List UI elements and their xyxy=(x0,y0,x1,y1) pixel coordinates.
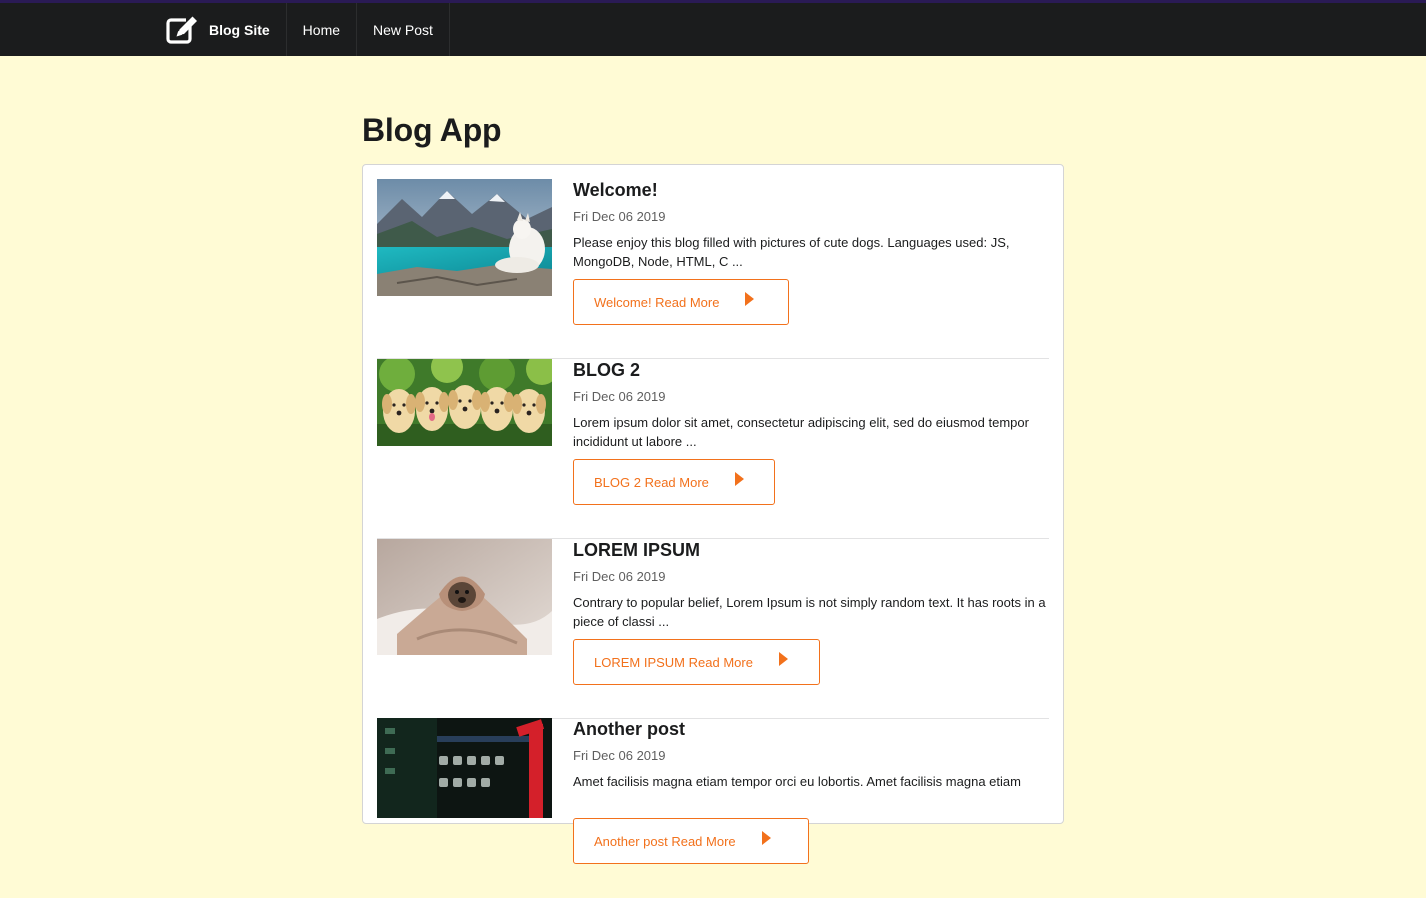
post-image[interactable] xyxy=(377,359,552,446)
nav-item-home[interactable]: Home xyxy=(287,3,358,56)
post-image[interactable] xyxy=(377,718,552,818)
list-item: Another post Fri Dec 06 2019 Amet facili… xyxy=(377,718,1049,898)
post-title[interactable]: LOREM IPSUM xyxy=(573,539,700,561)
page-title: Blog App xyxy=(362,112,502,148)
caret-right-icon xyxy=(778,652,788,666)
read-more-button[interactable]: BLOG 2 Read More xyxy=(573,459,775,505)
post-date: Fri Dec 06 2019 xyxy=(573,209,666,224)
post-excerpt: Amet facilisis magna etiam tempor orci e… xyxy=(573,774,1021,789)
post-title[interactable]: Another post xyxy=(573,718,685,740)
read-more-button[interactable]: Welcome! Read More xyxy=(573,279,789,325)
read-more-label: LOREM IPSUM Read More xyxy=(594,654,753,670)
read-more-label: BLOG 2 Read More xyxy=(594,474,709,490)
post-excerpt: Contrary to popular belief, Lorem Ipsum … xyxy=(573,595,1046,629)
read-more-button[interactable]: LOREM IPSUM Read More xyxy=(573,639,820,685)
caret-right-icon xyxy=(734,472,744,486)
post-excerpt: Please enjoy this blog filled with pictu… xyxy=(573,235,1010,269)
post-date: Fri Dec 06 2019 xyxy=(573,748,666,763)
brand-link[interactable]: Blog Site xyxy=(151,3,287,56)
posts-list: Welcome! Fri Dec 06 2019 Please enjoy th… xyxy=(362,164,1064,864)
read-more-button[interactable]: Another post Read More xyxy=(573,818,809,864)
post-excerpt: Lorem ipsum dolor sit amet, consectetur … xyxy=(573,415,1029,449)
caret-right-icon xyxy=(761,831,771,845)
post-image[interactable] xyxy=(377,539,552,655)
navbar-menu: Blog Site Home New Post xyxy=(151,3,450,56)
list-item: BLOG 2 Fri Dec 06 2019 Lorem ipsum dolor… xyxy=(377,359,1049,539)
brand-label: Blog Site xyxy=(209,21,270,38)
nav-item-new-post[interactable]: New Post xyxy=(357,3,450,56)
post-image[interactable] xyxy=(377,179,552,296)
list-item: Welcome! Fri Dec 06 2019 Please enjoy th… xyxy=(377,179,1049,359)
caret-right-icon xyxy=(745,292,755,306)
top-navbar: Blog Site Home New Post xyxy=(0,0,1426,56)
post-date: Fri Dec 06 2019 xyxy=(573,389,666,404)
read-more-label: Welcome! Read More xyxy=(594,294,720,310)
post-date: Fri Dec 06 2019 xyxy=(573,569,666,584)
read-more-label: Another post Read More xyxy=(594,833,736,849)
post-title[interactable]: BLOG 2 xyxy=(573,359,640,381)
post-title[interactable]: Welcome! xyxy=(573,179,658,201)
edit-icon xyxy=(166,14,200,44)
list-item: LOREM IPSUM Fri Dec 06 2019 Contrary to … xyxy=(377,539,1049,719)
